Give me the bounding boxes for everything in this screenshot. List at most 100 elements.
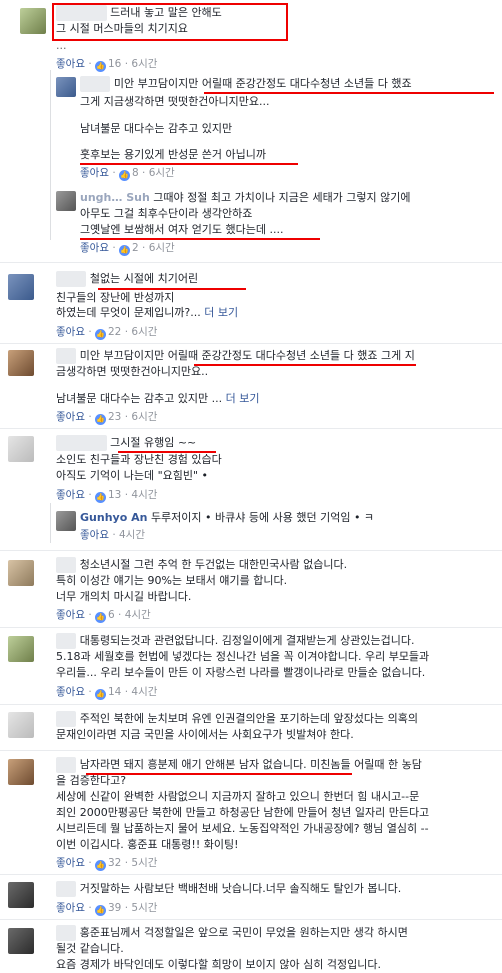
comment-text: 특히 이성간 얘기는 90%는 보태서 얘기를 합니다. bbox=[56, 574, 288, 587]
comment-text: 최진 주적인 북한에 눈치보며 유엔 인권결의안을 포기하는데 앞장섰다는 의혹… bbox=[56, 711, 418, 727]
like-button[interactable]: 좋아요 bbox=[80, 242, 109, 254]
divider bbox=[0, 343, 502, 344]
comment-meta: 좋아요 · 👍 2 · 6시간 bbox=[80, 242, 175, 256]
avatar[interactable] bbox=[8, 436, 34, 462]
divider bbox=[0, 750, 502, 751]
commenter-name[interactable]: ungh… Suh bbox=[80, 191, 150, 204]
comment-text: 시브리든데 뭘 납품하는지 물어 보세요. 노동집약적인 가내공장에? 행님 열… bbox=[56, 822, 429, 835]
comment-text: 남녀불문 대다수는 감추고 있지만 ... 더 보기 bbox=[56, 392, 260, 405]
like-button[interactable]: 좋아요 bbox=[56, 902, 85, 914]
comment-text: 아직도 기억이 나는데 "요힘빈" • bbox=[56, 469, 209, 482]
comment-text: 우리들... 우리 보수들이 만든 이 자랑스런 나라를 빨갱이나라로 만들순 … bbox=[56, 666, 426, 679]
like-button[interactable]: 좋아요 bbox=[80, 529, 109, 541]
comment-text: 아무도 그걸 최후수단이라 생각안하죠 bbox=[80, 207, 253, 220]
like-thumb-icon: 👍 bbox=[95, 492, 106, 503]
like-button[interactable]: 좋아요 bbox=[56, 686, 85, 698]
avatar[interactable] bbox=[8, 712, 34, 738]
commenter-name[interactable]: 최진 bbox=[56, 711, 77, 727]
comment-text: 너무 개의치 마시길 바랍니다. bbox=[56, 590, 192, 603]
avatar[interactable] bbox=[8, 560, 34, 586]
underline bbox=[194, 364, 416, 366]
highlight-box bbox=[52, 3, 288, 41]
like-button[interactable]: 좋아요 bbox=[56, 609, 85, 621]
like-thumb-icon: 👍 bbox=[95, 61, 106, 72]
commenter-name[interactable]: 조성 bbox=[56, 557, 77, 573]
comment-text: Gunhyo An 두루저이지 • 바큐샤 등에 사용 했던 기억임 • ㅋ bbox=[80, 511, 375, 524]
commenter-name[interactable]: 한국 bbox=[56, 633, 77, 649]
like-thumb-icon: 👍 bbox=[95, 612, 106, 623]
commenter-name[interactable]: 이민 bbox=[56, 348, 77, 364]
comment-text: 을 검증한다고? bbox=[56, 774, 127, 787]
commenter-name[interactable]: 윤서 bbox=[56, 757, 77, 773]
comment-text: 그게 지금생각하면 떳떳한건아니지만요... bbox=[80, 95, 270, 108]
avatar[interactable] bbox=[20, 8, 46, 34]
comment-text: 죄인 2000만평공단 북한에 만들고 하청공단 남한에 만들어 청년 일자리 … bbox=[56, 806, 430, 819]
divider bbox=[0, 919, 502, 920]
comment-text: 금생각하면 떳떳한건아니지만요.. bbox=[56, 365, 209, 378]
avatar[interactable] bbox=[8, 636, 34, 662]
comment-text: 될것 같습니다. bbox=[56, 942, 124, 955]
like-thumb-icon: 👍 bbox=[119, 245, 130, 256]
comment-text: 5.18과 세월호를 헌법에 넣겠다는 정신나간 넘을 꼭 이겨야합니다. 우리… bbox=[56, 650, 430, 663]
avatar[interactable] bbox=[8, 274, 34, 300]
comment-text: 윤서 남자라면 돼지 흥분제 애기 안해본 남자 없습니다. 미친놈들 어릴때 … bbox=[56, 757, 422, 773]
see-more-link[interactable]: 더 보기 bbox=[226, 392, 260, 405]
comment-text: 훗후보는 용기있게 반성문 쓴거 아닙니까 bbox=[80, 148, 267, 161]
divider bbox=[0, 874, 502, 875]
commenter-name[interactable]: Gunhyo An bbox=[80, 511, 147, 524]
comment-meta: 좋아요 · 👍 8 · 6시간 bbox=[80, 167, 175, 181]
comment-text: 조성 청소년시절 그런 추억 한 두건없는 대한민국사람 없습니다. bbox=[56, 557, 347, 573]
comment-text: 이민 미안 부끄담이지만 어릴때 준강간정도 대다수청년 소년들 다 했죠 그게… bbox=[56, 348, 415, 364]
divider bbox=[0, 704, 502, 705]
commenter-name[interactable]: 김철수 bbox=[80, 76, 111, 92]
like-button[interactable]: 좋아요 bbox=[80, 167, 109, 179]
avatar[interactable] bbox=[8, 350, 34, 376]
commenter-name[interactable]: 오민 bbox=[56, 925, 77, 941]
like-thumb-icon: 👍 bbox=[95, 905, 106, 916]
comment-text: 하였는데 무엇이 문제입니까?... 더 보기 bbox=[56, 306, 239, 319]
avatar[interactable] bbox=[56, 511, 76, 531]
see-more-link[interactable]: 더 보기 bbox=[204, 306, 238, 319]
underline bbox=[80, 163, 298, 165]
comment-text: 세상에 신같이 완벽한 사람없으니 지금까지 잘하고 있으니 한번더 힘 내시고… bbox=[56, 790, 420, 803]
comment-meta: 좋아요 · 👍 23 · 6시간 bbox=[56, 411, 158, 425]
like-button[interactable]: 좋아요 bbox=[56, 326, 85, 338]
comment-meta: 좋아요 · 👍 32 · 5시간 bbox=[56, 857, 158, 871]
avatar[interactable] bbox=[56, 77, 76, 97]
comment-meta: 좋아요 · 👍 39 · 5시간 bbox=[56, 902, 158, 916]
comment-meta: 좋아요 · 👍 22 · 6시간 bbox=[56, 326, 158, 340]
underline bbox=[80, 238, 320, 240]
like-thumb-icon: 👍 bbox=[95, 860, 106, 871]
like-button[interactable]: 좋아요 bbox=[56, 857, 85, 869]
commenter-name[interactable]: 박영희 bbox=[56, 271, 87, 287]
comment-text: 그옛날엔 보쌈해서 여자 얻기도 했다는데 .... bbox=[80, 223, 284, 236]
comment-text: 정현우정현 그시절 유행임 ~~ bbox=[56, 435, 196, 451]
comment-meta: 좋아요 · 👍 6 · 4시간 bbox=[56, 609, 151, 623]
comment-text: 소인도 친구들과 장난친 경험 있습다 bbox=[56, 453, 222, 466]
comment-text: 오민 홍준표님께서 걱정할일은 앞으로 국민이 무었을 원하는지만 생각 하시면 bbox=[56, 925, 408, 941]
divider bbox=[0, 627, 502, 628]
divider bbox=[0, 262, 502, 263]
comment-text: 문재인이라면 지금 국민을 사이에서는 사회요구가 빗발쳐야 한다. bbox=[56, 728, 354, 741]
comment-meta: 좋아요 · 👍 16 · 6시간 bbox=[56, 58, 158, 72]
comment-text: 한국 대통령되는것과 관련없답니다. 김정일이에게 결재받는게 상관있는겁니다. bbox=[56, 633, 414, 649]
commenter-name[interactable]: 강진 bbox=[56, 881, 77, 897]
reply-thread-line bbox=[50, 503, 51, 543]
comment-text: 이번 이깁시다. 홍준표 대통령!! 화이팅! bbox=[56, 838, 239, 851]
like-button[interactable]: 좋아요 bbox=[56, 58, 85, 70]
like-thumb-icon: 👍 bbox=[95, 689, 106, 700]
comment-meta: 좋아요 · 👍 14 · 4시간 bbox=[56, 686, 158, 700]
like-thumb-icon: 👍 bbox=[95, 414, 106, 425]
like-button[interactable]: 좋아요 bbox=[56, 489, 85, 501]
comment-meta: 좋아요 · 4시간 bbox=[80, 529, 146, 541]
like-thumb-icon: 👍 bbox=[119, 170, 130, 181]
avatar[interactable] bbox=[8, 759, 34, 785]
commenter-name[interactable]: 정현우정현 bbox=[56, 435, 107, 451]
comment-text: 남녀불문 대다수는 감추고 있지만 bbox=[80, 122, 233, 135]
comment-text: 강진 거짓말하는 사람보단 백배천배 낫습니다.너무 솔직해도 탈인가 봅니다. bbox=[56, 881, 401, 897]
avatar[interactable] bbox=[8, 882, 34, 908]
avatar[interactable] bbox=[8, 928, 34, 954]
like-button[interactable]: 좋아요 bbox=[56, 411, 85, 423]
comment-text: 김철수 미안 부끄담이지만 어릴때 준강간정도 대다수청년 소년들 다 했죠 bbox=[80, 76, 412, 92]
avatar[interactable] bbox=[56, 191, 76, 211]
